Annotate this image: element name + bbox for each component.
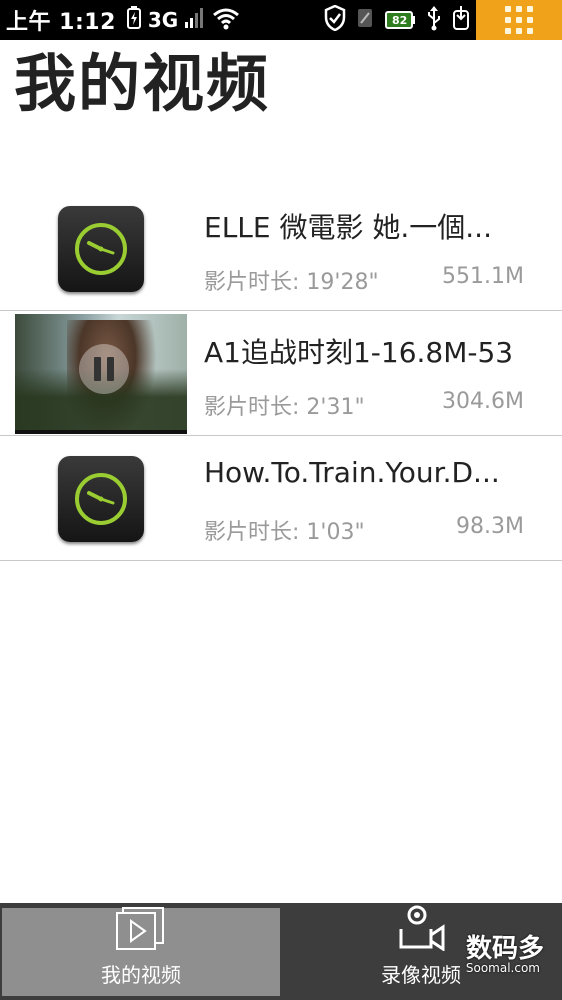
video-title: A1追战时刻1-16.8M-53 — [204, 336, 514, 369]
video-camera-icon — [395, 905, 447, 955]
video-title: How.To.Train.Your.D... — [204, 456, 500, 489]
clock-icon — [58, 455, 144, 542]
video-thumbnail — [15, 313, 187, 434]
video-duration: 影片时长: 2'31" — [204, 395, 365, 420]
video-size: 98.3M — [456, 514, 524, 539]
tab-label: 录像视频 — [381, 963, 461, 987]
shield-icon — [324, 4, 346, 35]
video-size: 551.1M — [442, 264, 524, 289]
grid-icon — [505, 6, 533, 34]
video-duration: 影片时长: 1'03" — [204, 520, 365, 545]
video-library-icon — [115, 905, 167, 955]
battery-icon: 82 — [384, 10, 416, 30]
video-duration: 影片时长: 19'28" — [204, 270, 379, 295]
watermark-url: Soomal.com — [465, 961, 540, 975]
wifi-icon — [212, 6, 240, 34]
video-list-item[interactable]: How.To.Train.Your.D... 影片时长: 1'03" 98.3M — [0, 436, 562, 561]
video-list-item[interactable]: ELLE 微電影 她.一個... 影片时长: 19'28" 551.1M — [0, 186, 562, 311]
network-type: 3G — [147, 8, 179, 32]
battery-level: 82 — [392, 13, 408, 27]
menu-grid-button[interactable] — [476, 0, 562, 40]
usb-icon — [426, 5, 442, 35]
video-list-item[interactable]: A1追战时刻1-16.8M-53 影片时长: 2'31" 304.6M — [0, 311, 562, 436]
sim-card-icon — [356, 7, 374, 33]
page-title: 我的视频 — [14, 47, 271, 120]
video-size: 304.6M — [442, 389, 524, 414]
download-icon — [452, 5, 470, 35]
status-bar: 上午 1:12 3G 82 — [0, 0, 562, 40]
tab-my-videos[interactable]: 我的视频 — [2, 905, 280, 996]
tab-label: 我的视频 — [101, 963, 181, 987]
signal-strength-icon — [184, 6, 206, 34]
battery-charging-icon — [126, 6, 142, 34]
pause-icon — [79, 343, 129, 394]
status-time: 上午 1:12 — [6, 10, 116, 35]
video-title: ELLE 微電影 她.一個... — [204, 211, 492, 244]
video-list: ELLE 微電影 她.一個... 影片时长: 19'28" 551.1M A1追… — [0, 186, 562, 561]
clock-icon — [58, 205, 144, 292]
watermark: 数码多 — [465, 934, 544, 964]
